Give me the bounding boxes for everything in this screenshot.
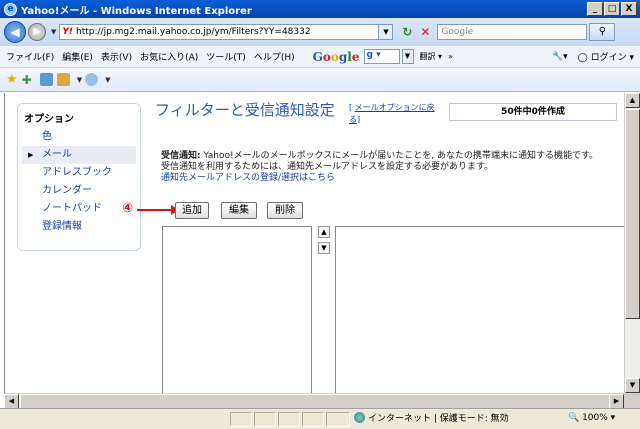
- security-zone[interactable]: インターネット | 保護モード: 無効: [354, 412, 509, 427]
- window-controls: _ □ X: [587, 2, 637, 16]
- menu-favorites[interactable]: お気に入り(A): [140, 50, 198, 63]
- status-segment: [254, 412, 276, 427]
- window-title: Yahoo!メール - Windows Internet Explorer: [21, 5, 252, 17]
- filter-list[interactable]: [162, 226, 312, 393]
- close-button[interactable]: X: [621, 2, 637, 16]
- address-bar[interactable]: Y! http://jp.mg2.mail.yahoo.co.jp/ym/Fil…: [59, 24, 380, 40]
- wrench-icon[interactable]: 🔧▾: [552, 52, 568, 62]
- search-icon[interactable]: ⚲: [589, 23, 616, 41]
- refresh-icon[interactable]: ↻: [399, 24, 415, 40]
- move-down-button[interactable]: ▼: [318, 242, 330, 254]
- forward-arrow-icon[interactable]: ▶: [28, 23, 46, 41]
- google-toolbar-logo: Google: [312, 49, 360, 64]
- back-link-text-2[interactable]: る: [349, 115, 357, 124]
- google-search-box[interactable]: g ▾: [363, 49, 400, 64]
- annotation-marker: ④: [122, 201, 134, 216]
- bracket-open: [: [349, 103, 353, 112]
- scroll-up-arrow-icon[interactable]: ▲: [625, 93, 640, 108]
- back-link-text[interactable]: メールオプションに戻: [355, 103, 435, 112]
- history-dropdown-icon[interactable]: ▼: [51, 28, 56, 36]
- options-sidebar: オプション 色 メール アドレスブック カレンダー ノートパッド 登録情報: [17, 103, 141, 251]
- annotation-arrow: [137, 205, 179, 215]
- status-segment: [302, 412, 324, 427]
- maximize-button[interactable]: □: [604, 2, 620, 16]
- edit-button[interactable]: 編集: [221, 202, 257, 219]
- login-button[interactable]: ◯ ログイン ▾: [578, 50, 634, 63]
- home-dropdown-icon[interactable]: ▼: [77, 76, 82, 84]
- sidebar-header: オプション: [24, 114, 74, 125]
- minimize-button[interactable]: _: [587, 2, 603, 16]
- menu-view[interactable]: 表示(V): [101, 50, 132, 63]
- page-content: オプション 色 メール アドレスブック カレンダー ノートパッド 登録情報 フィ…: [4, 93, 624, 393]
- move-up-button[interactable]: ▲: [318, 226, 330, 238]
- menu-file[interactable]: ファイル(F): [6, 50, 54, 63]
- filter-count: 50件中0件作成: [449, 103, 617, 121]
- desc-line2: 受信通知を利用するためには、通知先メールアドレスを設定する必要があります。: [161, 162, 494, 172]
- web-slice-icon[interactable]: [85, 73, 99, 86]
- scroll-down-arrow-icon[interactable]: ▼: [625, 378, 640, 393]
- address-dropdown-icon[interactable]: ▼: [379, 24, 394, 40]
- zoom-level[interactable]: 🔍 100% ▾: [568, 412, 615, 427]
- address-url: http://jp.mg2.mail.yahoo.co.jp/ym/Filter…: [76, 27, 311, 37]
- status-segment: [278, 412, 300, 427]
- search-input[interactable]: Google: [437, 24, 588, 40]
- vertical-scroll-thumb[interactable]: [625, 109, 640, 319]
- sidebar-item-calendar[interactable]: カレンダー: [22, 182, 136, 200]
- window-title-bar: e Yahoo!メール - Windows Internet Explorer …: [0, 0, 640, 18]
- back-arrow-icon[interactable]: ◀: [4, 21, 26, 43]
- home-icon[interactable]: [56, 73, 70, 86]
- bracket-close: ]: [357, 115, 361, 124]
- menu-bar: ファイル(F) 編集(E) 表示(V) お気に入り(A) ツール(T) ヘルプ(…: [0, 46, 640, 68]
- desc-text: Yahoo!メールのメールボックスにメールが届いたことを, あなたの携帯端末に通…: [200, 151, 599, 161]
- stop-icon[interactable]: ✕: [417, 24, 433, 40]
- filter-detail-pane: [335, 226, 624, 393]
- delete-button[interactable]: 削除: [267, 202, 303, 219]
- translate-button[interactable]: 翻訳 ▾: [420, 51, 443, 62]
- favorites-bar: ★ ✚ ▼ ▼: [0, 68, 640, 92]
- add-button[interactable]: 追加: [175, 202, 209, 219]
- scroll-left-arrow-icon[interactable]: ◀: [4, 394, 19, 409]
- sidebar-item-mail[interactable]: メール: [22, 146, 136, 164]
- zone-label: インターネット | 保護モード: 無効: [368, 414, 509, 424]
- horizontal-scroll-thumb[interactable]: [20, 394, 610, 409]
- vertical-scrollbar[interactable]: ▲ ▼: [624, 93, 640, 393]
- scrollbar-corner: [624, 393, 640, 408]
- menu-edit[interactable]: 編集(E): [62, 50, 93, 63]
- notification-description: 受信通知: Yahoo!メールのメールボックスにメールが届いたことを, あなたの…: [161, 151, 624, 184]
- horizontal-scrollbar[interactable]: ◀ ▶: [4, 393, 624, 409]
- sidebar-item-notepad[interactable]: ノートパッド: [22, 200, 136, 218]
- status-segment: [326, 412, 350, 427]
- google-dropdown-icon[interactable]: ▼: [401, 49, 414, 64]
- slice-dropdown-icon[interactable]: ▼: [105, 76, 110, 84]
- yahoo-favicon-icon: Y!: [62, 27, 74, 37]
- favorites-star-icon[interactable]: ★: [6, 72, 18, 87]
- sidebar-item-color[interactable]: 色: [22, 128, 136, 146]
- sidebar-item-addressbook[interactable]: アドレスブック: [22, 164, 136, 182]
- status-bar: インターネット | 保護モード: 無効 🔍 100% ▾: [0, 408, 640, 429]
- login-label: ログイン ▾: [590, 53, 634, 63]
- menu-tools[interactable]: ツール(T): [206, 50, 246, 63]
- globe-icon: [354, 412, 365, 423]
- scroll-right-arrow-icon[interactable]: ▶: [609, 394, 624, 409]
- menu-help[interactable]: ヘルプ(H): [254, 50, 295, 63]
- back-to-options-link[interactable]: [ メールオプションに戻 る]: [349, 102, 445, 126]
- notification-address-link[interactable]: 通知先メールアドレスの登録/選択はこちら: [161, 173, 335, 183]
- more-chevron[interactable]: »: [448, 52, 453, 61]
- feeds-icon[interactable]: [39, 73, 53, 86]
- ie-logo-icon: e: [4, 2, 17, 16]
- sidebar-item-account[interactable]: 登録情報: [22, 218, 136, 236]
- status-segment: [230, 412, 252, 427]
- zoom-label: 100%: [582, 413, 608, 423]
- desc-label: 受信通知:: [161, 151, 201, 161]
- add-favorite-icon[interactable]: ✚: [22, 73, 32, 87]
- page-title: フィルターと受信通知設定: [155, 101, 335, 119]
- address-toolbar: ◀ ▶ ▼ Y! http://jp.mg2.mail.yahoo.co.jp/…: [0, 18, 640, 46]
